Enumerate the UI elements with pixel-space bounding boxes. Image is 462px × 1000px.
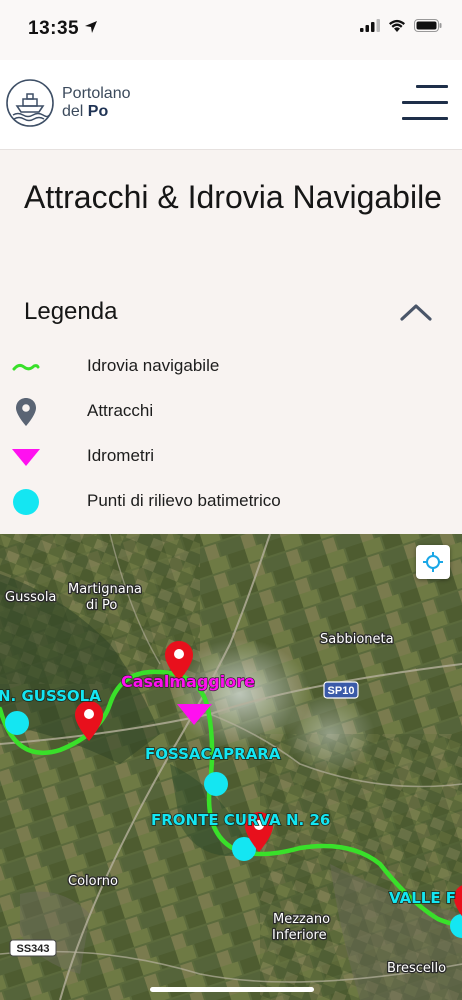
legend-item-batimetrico: Punti di rilievo batimetrico [0, 480, 462, 524]
town-label: Mezzano [273, 912, 330, 927]
station-label: VALLE F [389, 889, 456, 907]
legend-label-attracchi: Attracchi [87, 401, 154, 420]
logo-line2: del Po [62, 103, 131, 121]
portolano-logo[interactable]: Portolano del Po [5, 78, 131, 128]
road-label-sp10: SP10 [328, 685, 355, 697]
crosshair-icon [423, 552, 443, 572]
signal-icon [360, 19, 380, 32]
station-label: FRONTE CURVA N. 26 [151, 811, 330, 829]
map-pin-icon [16, 398, 36, 426]
satellite-map[interactable]: SP10 SS343 Gussola Martignana di Po Sabb… [0, 534, 462, 1000]
ship-logo-icon [6, 79, 54, 127]
road-shield-ss343: SS343 [9, 939, 57, 957]
magenta-triangle-icon [12, 449, 40, 466]
location-arrow-icon [85, 21, 97, 33]
logo-line2-a: del [62, 103, 88, 120]
battery-icon [414, 19, 442, 32]
legend-item-route: Idrovia navigabile [0, 345, 462, 389]
town-label: Martignana [68, 582, 142, 597]
wifi-icon [389, 19, 405, 32]
status-indicators [360, 19, 442, 32]
status-bar: 13:35 [0, 0, 462, 60]
town-label: Colorno [68, 874, 118, 889]
town-label: Sabbioneta [320, 632, 394, 647]
logo-line1: Portolano [62, 85, 131, 102]
legend-item-idrometri: Idrometri [0, 435, 462, 479]
legend-label-idrometri: Idrometri [87, 446, 155, 465]
map-canvas[interactable]: SP10 SS343 Gussola Martignana di Po Sabb… [0, 534, 462, 1000]
locate-me-button[interactable] [416, 545, 450, 579]
gauge-label: Casalmaggiore [121, 672, 255, 691]
cyan-dot-icon [13, 489, 39, 515]
legend-label-batimetrico: Punti di rilievo batimetrico [87, 491, 281, 510]
legend-header[interactable]: Legenda [24, 298, 438, 332]
chevron-up-icon[interactable] [400, 302, 432, 322]
station-label: N. GUSSOLA [0, 687, 101, 705]
app-header: Portolano del Po [0, 60, 462, 150]
legend-item-attracchi: Attracchi [0, 390, 462, 434]
home-indicator[interactable] [150, 987, 314, 992]
road-label-ss343: SS343 [16, 943, 49, 955]
legend-label-route: Idrovia navigabile [87, 356, 220, 375]
town-label: Gussola [5, 590, 56, 605]
road-shield-sp10: SP10 [323, 681, 359, 699]
page-title: Attracchi & Idrovia Navigabile [24, 179, 442, 215]
legend-title: Legenda [24, 298, 118, 325]
town-label: di Po [86, 598, 117, 613]
survey-point[interactable] [5, 711, 29, 735]
logo-text: Portolano del Po [62, 85, 131, 121]
station-label: FOSSACAPRARA [145, 745, 281, 763]
green-wave-icon [12, 363, 40, 371]
hamburger-menu-icon[interactable] [402, 83, 450, 125]
town-label: Brescello [387, 961, 446, 976]
status-time: 13:35 [28, 18, 80, 39]
logo-line2-b: Po [87, 103, 109, 120]
town-label: Inferiore [272, 928, 327, 943]
survey-point[interactable] [204, 772, 228, 796]
